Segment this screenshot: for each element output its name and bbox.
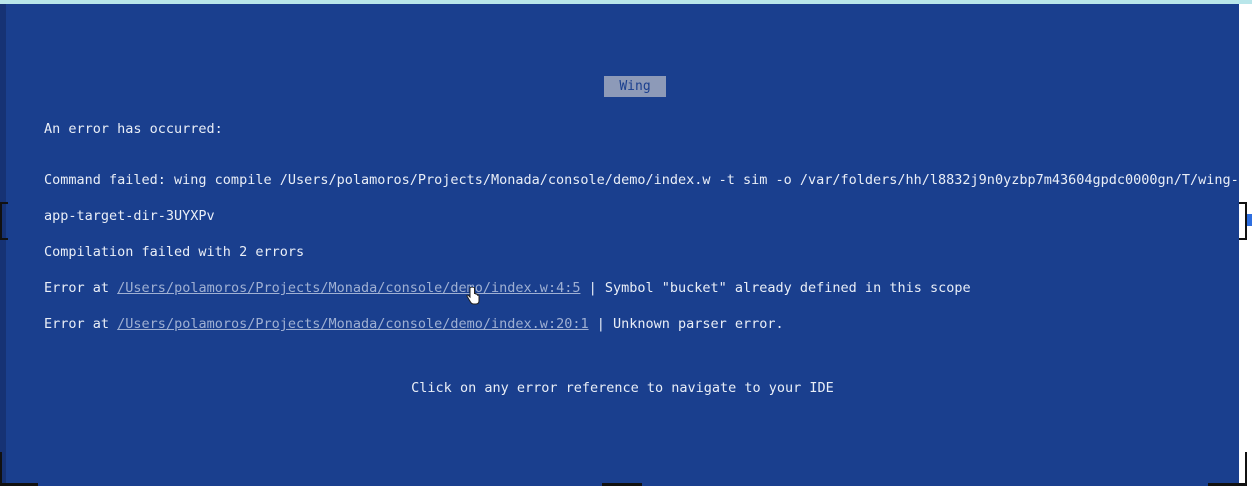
- screenshot-frame: Wing An error has occurred: Command fail…: [0, 0, 1252, 486]
- error-prefix: Error at: [44, 280, 110, 296]
- command-line-1: Command failed: wing compile /Users/pola…: [44, 172, 1239, 188]
- error-message: | Symbol "bucket" already defined in thi…: [588, 280, 971, 296]
- resize-handle-left-bottom: [0, 238, 8, 240]
- selection-indicator: [1247, 214, 1252, 226]
- resize-handle-left[interactable]: [0, 202, 2, 240]
- app-title-badge: Wing: [604, 76, 666, 97]
- right-border: [1239, 4, 1252, 486]
- error-heading: An error has occurred:: [44, 121, 223, 137]
- error-location-link[interactable]: /Users/polamoros/Projects/Monada/console…: [117, 280, 580, 296]
- error-row: Error at /Users/polamoros/Projects/Monad…: [44, 314, 784, 334]
- error-panel: Wing An error has occurred: Command fail…: [6, 4, 1239, 486]
- resize-handle-right-top: [1239, 202, 1247, 204]
- resize-handle-right-bottom: [1239, 238, 1247, 240]
- error-message: | Unknown parser error.: [596, 316, 784, 332]
- compilation-summary: Compilation failed with 2 errors: [44, 244, 305, 260]
- error-location-link[interactable]: /Users/polamoros/Projects/Monada/console…: [117, 316, 588, 332]
- resize-handle-bottom-left[interactable]: [0, 452, 2, 486]
- navigation-hint: Click on any error reference to navigate…: [411, 380, 834, 396]
- error-row: Error at /Users/polamoros/Projects/Monad…: [44, 278, 971, 298]
- hand-pointer-cursor-icon: [466, 286, 480, 309]
- resize-handle-bottom-right[interactable]: [1245, 452, 1247, 486]
- command-line-2: app-target-dir-3UYXPv: [44, 208, 215, 224]
- resize-handle-left-top: [0, 202, 8, 204]
- error-prefix: Error at: [44, 316, 110, 332]
